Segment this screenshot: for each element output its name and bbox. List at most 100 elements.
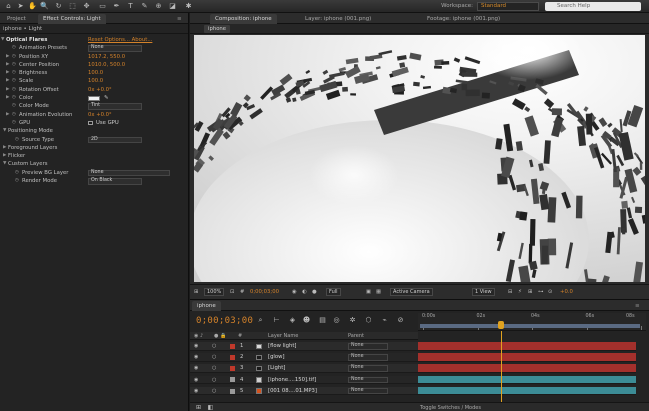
eyedropper-icon[interactable]: ✎ <box>104 94 108 102</box>
viewer-timecode[interactable]: 0;00;03;00 <box>250 288 279 297</box>
expand-triangle-icon[interactable]: ▼ <box>1 36 4 44</box>
work-area-bar[interactable] <box>420 324 640 328</box>
composition-viewer[interactable] <box>194 35 645 282</box>
label-color-chip[interactable] <box>230 354 235 360</box>
property-value[interactable]: 100.0 <box>88 69 103 77</box>
property-row[interactable]: ▶ ◷ Center Position 1010.0, 500.0 <box>0 61 188 69</box>
property-row[interactable]: ▶◷Source Type2D <box>0 136 188 144</box>
layer-duration-bar[interactable] <box>418 342 636 351</box>
layer-duration-bar[interactable] <box>418 375 636 385</box>
tab-layer[interactable]: Layer: iphone (001.png) <box>300 14 376 24</box>
selection-tool-icon[interactable]: ➤ <box>16 2 25 11</box>
label-color-chip[interactable] <box>230 377 235 383</box>
property-row[interactable]: ▼ Optical Flares Reset Options... About... <box>0 36 188 44</box>
brainstorm-icon[interactable]: ✲ <box>346 315 359 326</box>
camera-tool-icon[interactable]: ⬚ <box>68 2 77 11</box>
transparency-grid-icon[interactable]: ▦ <box>376 288 381 297</box>
property-row[interactable]: ▶ ◷ Position XY 1017.2, 550.0 <box>0 53 188 61</box>
solo-icon[interactable]: ○ <box>212 342 216 351</box>
zoom-tool-icon[interactable]: 🔍 <box>40 2 49 11</box>
parent-dropdown[interactable]: None <box>348 387 388 395</box>
layer-name[interactable]: [flow light] <box>268 342 296 351</box>
draft-3d-icon[interactable]: ◈ <box>286 315 299 326</box>
show-snapshot-icon[interactable]: ◐ <box>302 288 307 297</box>
expand-triangle-icon[interactable]: ▶ <box>6 69 9 77</box>
toggle-pixel-aspect-icon[interactable]: ⊟ <box>508 288 512 297</box>
toggle-switches-modes[interactable]: Toggle Switches / Modes <box>420 405 481 411</box>
parent-column[interactable]: Parent <box>348 332 364 340</box>
auto-keyframe-icon[interactable]: ⬡ <box>362 315 375 326</box>
brush-tool-icon[interactable]: ✎ <box>140 2 149 11</box>
stopwatch-icon[interactable]: ◷ <box>15 177 19 185</box>
stopwatch-icon[interactable]: ◷ <box>12 111 16 119</box>
visibility-eye-icon[interactable]: ◉ <box>194 376 198 385</box>
layer-name-column[interactable]: Layer Name <box>268 332 298 340</box>
exposure-value[interactable]: +0.0 <box>560 288 573 297</box>
layer-duration-bar[interactable] <box>418 353 636 362</box>
solo-icon[interactable]: ○ <box>212 364 216 373</box>
graph-editor-icon[interactable]: ⌁ <box>378 315 391 326</box>
expand-triangle-icon[interactable]: ▶ <box>6 86 9 94</box>
label-color-chip[interactable] <box>230 366 235 372</box>
property-row[interactable]: ▶ ◷ Brightness 100.0 <box>0 69 188 77</box>
stopwatch-icon[interactable]: ◷ <box>12 53 16 61</box>
property-value[interactable]: 100.0 <box>88 77 103 85</box>
timeline-icon[interactable]: ⊞ <box>528 288 532 297</box>
grid-icon[interactable]: # <box>240 288 244 297</box>
property-dropdown[interactable]: None <box>88 169 170 177</box>
property-dropdown[interactable]: None <box>88 45 142 52</box>
stopwatch-icon[interactable]: ◷ <box>12 102 16 110</box>
solo-icon[interactable]: ○ <box>212 387 216 396</box>
pan-behind-tool-icon[interactable]: ✥ <box>82 2 91 11</box>
stopwatch-icon[interactable]: ◷ <box>12 94 16 102</box>
property-row[interactable]: ▶◷Color ModeTint <box>0 102 188 110</box>
layer-row[interactable]: ◉ ○ 5 [001 08....01.MP3] None <box>190 386 418 396</box>
stopwatch-icon[interactable]: ◷ <box>12 44 16 52</box>
gpu-checkbox[interactable] <box>88 120 93 126</box>
tab-composition[interactable]: Composition: iphone <box>210 14 277 24</box>
label-color-chip[interactable] <box>230 388 235 394</box>
active-comp-chip[interactable]: iphone <box>204 25 231 33</box>
property-row[interactable]: ◷ Preview BG Layer None <box>0 169 188 177</box>
property-row[interactable]: ▶◷Render ModeOn Black <box>0 177 188 185</box>
solo-icon[interactable]: ○ <box>212 353 216 362</box>
frame-blending-icon[interactable]: ▤ <box>316 315 329 326</box>
property-dropdown[interactable]: Tint <box>88 103 142 110</box>
layer-row[interactable]: ◉ ○ 4 [iphone....150].tif] None <box>190 375 418 385</box>
layer-name[interactable]: [glow] <box>268 353 285 362</box>
layer-duration-bar[interactable] <box>418 364 636 373</box>
stopwatch-icon[interactable]: ◷ <box>15 136 19 144</box>
motion-blur-icon[interactable]: ◎ <box>330 315 343 326</box>
lock-icon[interactable]: ⊘ <box>394 315 407 326</box>
property-dropdown[interactable]: On Black <box>88 178 142 185</box>
expand-triangle-icon[interactable]: ▼ <box>3 160 6 168</box>
property-dropdown[interactable]: 2D <box>88 136 142 144</box>
clone-tool-icon[interactable]: ⊕ <box>154 2 163 11</box>
views-select[interactable]: 1 View <box>472 288 495 296</box>
expand-triangle-icon[interactable]: ▶ <box>6 53 9 61</box>
region-of-interest-icon[interactable]: ▣ <box>366 288 371 297</box>
layer-row[interactable]: ◉ ○ 2 [glow] None <box>190 353 418 362</box>
shy-layers-icon[interactable]: ☻ <box>300 315 313 326</box>
visibility-eye-icon[interactable]: ◉ <box>194 353 198 362</box>
parent-dropdown[interactable]: None <box>348 376 388 384</box>
pen-tool-icon[interactable]: ✒ <box>112 2 121 11</box>
expand-triangle-icon[interactable]: ▶ <box>6 61 9 69</box>
safe-zones-icon[interactable]: ⊡ <box>230 288 234 297</box>
effect-header-links[interactable]: Reset Options... About... <box>88 36 152 44</box>
property-row[interactable]: ▶◷GPUUse GPU <box>0 119 188 127</box>
snapshot-icon[interactable]: ◉ <box>292 288 297 297</box>
comp-mini-flowchart-icon[interactable]: ⊢ <box>270 315 283 326</box>
property-row[interactable]: ▶ ◷ Color ✎ <box>0 94 188 102</box>
stopwatch-icon[interactable]: ◷ <box>12 69 16 77</box>
fast-previews-icon[interactable]: ⚡ <box>518 288 522 297</box>
parent-dropdown[interactable]: None <box>348 365 388 372</box>
tab-footage[interactable]: Footage: iphone (001.png) <box>422 14 505 24</box>
expand-triangle-icon[interactable]: ▶ <box>3 152 6 160</box>
reset-exposure-icon[interactable]: ⊙ <box>548 288 552 297</box>
property-row[interactable]: ▼ Custom Layers <box>0 160 188 168</box>
solo-icon[interactable]: ○ <box>212 376 216 385</box>
expand-triangle-icon[interactable]: ▶ <box>3 144 6 152</box>
expand-triangle-icon[interactable]: ▶ <box>6 111 9 119</box>
home-icon[interactable]: ⌂ <box>4 2 13 11</box>
